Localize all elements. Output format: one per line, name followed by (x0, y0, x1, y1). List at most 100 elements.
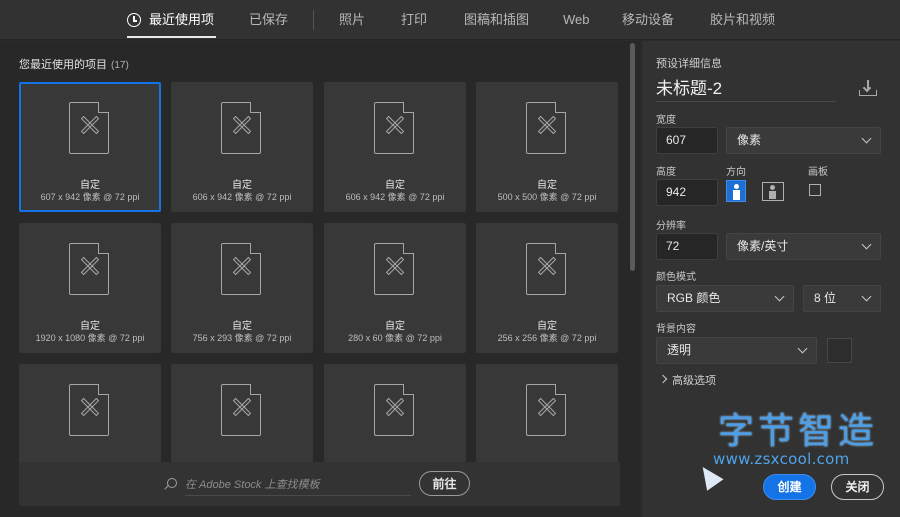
portrait-orientation-icon[interactable] (726, 180, 746, 202)
tab-art-illustration[interactable]: 图稿和插图 (464, 0, 529, 40)
preset-card[interactable] (324, 364, 466, 462)
orientation-label: 方向 (726, 167, 746, 178)
preset-dimensions: 1920 x 1080 像素 @ 72 ppi (35, 333, 145, 343)
preset-dimensions: 500 x 500 像素 @ 72 ppi (497, 192, 597, 202)
resolution-unit-value: 像素/英寸 (737, 239, 789, 253)
color-mode-dropdown[interactable]: RGB 颜色 (656, 285, 794, 312)
preset-card[interactable] (19, 364, 161, 462)
recent-items-grid: 自定 607 x 942 像素 @ 72 ppi 自定 606 x 942 像素… (19, 82, 619, 462)
recent-items-area: 您最近使用的项目 (17) 自定 607 x 942 像素 @ 72 ppi 自定… (0, 41, 640, 517)
panel-divider (641, 41, 642, 517)
chevron-down-icon (774, 291, 785, 302)
preset-card[interactable]: 自定 1920 x 1080 像素 @ 72 ppi (19, 223, 161, 353)
preset-name: 自定 (232, 321, 252, 332)
background-value: 透明 (667, 343, 692, 357)
preset-name: 自定 (385, 180, 405, 191)
document-icon (221, 384, 261, 436)
preset-dimensions: 606 x 942 像素 @ 72 ppi (192, 192, 292, 202)
preset-card[interactable]: 自定 500 x 500 像素 @ 72 ppi (476, 82, 618, 212)
clock-icon (127, 13, 141, 27)
background-label: 背景内容 (656, 324, 696, 335)
width-label: 宽度 (656, 115, 676, 126)
resolution-label: 分辨率 (656, 221, 686, 232)
bit-depth-dropdown[interactable]: 8 位 (803, 285, 881, 312)
document-icon (526, 243, 566, 295)
preset-dimensions: 256 x 256 像素 @ 72 ppi (497, 333, 597, 343)
preset-card[interactable]: 自定 606 x 942 像素 @ 72 ppi (171, 82, 313, 212)
chevron-down-icon (861, 291, 872, 302)
background-dropdown[interactable]: 透明 (656, 337, 817, 364)
recent-items-count: (17) (111, 60, 129, 71)
document-icon (526, 102, 566, 154)
landscape-orientation-icon[interactable] (762, 182, 784, 201)
resolution-input[interactable]: 72 (656, 233, 718, 260)
chevron-down-icon (797, 343, 808, 354)
preset-name: 自定 (232, 180, 252, 191)
document-icon (221, 243, 261, 295)
width-unit-dropdown[interactable]: 像素 (726, 127, 881, 154)
width-input[interactable]: 607 (656, 127, 718, 154)
stock-search-bar: 前往 (19, 462, 620, 506)
preset-dimensions: 607 x 942 像素 @ 72 ppi (40, 192, 140, 202)
preset-name: 自定 (80, 180, 100, 191)
advanced-options-toggle[interactable]: 高级选项 (672, 372, 716, 388)
watermark-url: www.zsxcool.com (713, 450, 850, 468)
preset-card[interactable] (476, 364, 618, 462)
chevron-right-icon[interactable] (658, 374, 668, 384)
panel-title: 预设详细信息 (656, 58, 722, 70)
tab-saved[interactable]: 已保存 (249, 0, 288, 40)
preset-card[interactable]: 自定 280 x 60 像素 @ 72 ppi (324, 223, 466, 353)
preset-name: 自定 (537, 321, 557, 332)
preset-card[interactable]: 自定 756 x 293 像素 @ 72 ppi (171, 223, 313, 353)
go-button[interactable]: 前往 (419, 471, 470, 496)
create-button[interactable]: 创建 (763, 474, 816, 500)
document-icon (221, 102, 261, 154)
tab-photo[interactable]: 照片 (339, 0, 365, 40)
preset-name: 自定 (80, 321, 100, 332)
watermark-title: 字节智造 (718, 411, 879, 452)
document-icon (374, 384, 414, 436)
preset-category-tabs: 最近使用项 已保存 照片 打印 图稿和插图 Web 移动设备 胶片和视频 (0, 0, 900, 40)
tab-web[interactable]: Web (563, 0, 590, 40)
background-color-swatch[interactable] (827, 338, 852, 363)
recent-items-title: 您最近使用的项目 (19, 59, 107, 71)
tab-print[interactable]: 打印 (401, 0, 427, 40)
preset-dimensions: 280 x 60 像素 @ 72 ppi (348, 333, 442, 343)
tab-film-video[interactable]: 胶片和视频 (710, 0, 775, 40)
height-label: 高度 (656, 167, 676, 178)
color-mode-label: 颜色模式 (656, 272, 696, 283)
document-name-field[interactable]: 未标题-2 (656, 78, 836, 102)
document-icon (526, 384, 566, 436)
recent-items-heading: 您最近使用的项目 (17) (19, 56, 129, 72)
document-icon (69, 243, 109, 295)
artboard-checkbox[interactable] (809, 184, 821, 196)
stock-search-input[interactable] (185, 474, 411, 496)
width-unit-value: 像素 (737, 133, 762, 147)
close-button[interactable]: 关闭 (831, 474, 884, 500)
document-icon (374, 243, 414, 295)
resolution-unit-dropdown[interactable]: 像素/英寸 (726, 233, 881, 260)
tab-separator (313, 10, 314, 30)
tab-recent[interactable]: 最近使用项 (126, 0, 217, 40)
preset-dimensions: 756 x 293 像素 @ 72 ppi (192, 333, 292, 343)
document-icon (374, 102, 414, 154)
preset-name: 自定 (537, 180, 557, 191)
preset-details-panel: 预设详细信息 未标题-2 宽度 607 像素 高度 方向 画板 942 分辨率 … (641, 41, 900, 517)
document-icon (69, 384, 109, 436)
preset-card[interactable]: 自定 256 x 256 像素 @ 72 ppi (476, 223, 618, 353)
preset-card[interactable] (171, 364, 313, 462)
preset-card[interactable]: 自定 606 x 942 像素 @ 72 ppi (324, 82, 466, 212)
chevron-down-icon (861, 239, 872, 250)
chevron-down-icon (861, 133, 872, 144)
preset-dimensions: 606 x 942 像素 @ 72 ppi (345, 192, 445, 202)
search-icon (167, 478, 177, 488)
height-input[interactable]: 942 (656, 179, 718, 206)
preset-card[interactable]: 自定 607 x 942 像素 @ 72 ppi (19, 82, 161, 212)
color-mode-value: RGB 颜色 (667, 291, 721, 305)
bit-depth-value: 8 位 (814, 291, 837, 305)
tab-mobile[interactable]: 移动设备 (622, 0, 674, 40)
preset-name: 自定 (385, 321, 405, 332)
save-preset-icon[interactable] (859, 80, 877, 96)
recent-items-scrollbar[interactable] (630, 43, 635, 271)
document-icon (69, 102, 109, 154)
